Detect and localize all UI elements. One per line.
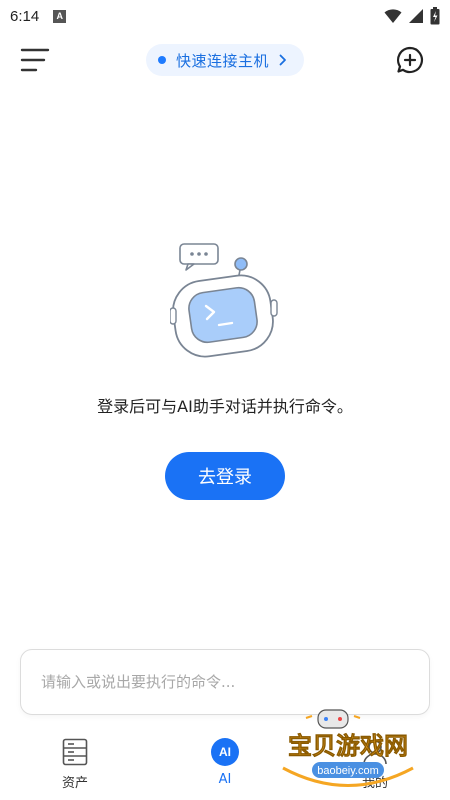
quick-connect-label: 快速连接主机: [176, 51, 270, 70]
connection-status-dot: [158, 56, 166, 64]
nav-label-assets: 资产: [61, 776, 88, 791]
menu-icon[interactable]: [20, 46, 50, 74]
nav-item-mine[interactable]: 我的: [335, 738, 415, 791]
nav-item-assets[interactable]: 资产: [35, 738, 115, 791]
battery-icon: [430, 7, 440, 25]
signal-icon: [409, 9, 423, 23]
quick-connect-button[interactable]: 快速连接主机: [146, 44, 304, 76]
chevron-right-icon: [279, 54, 286, 66]
nav-item-ai[interactable]: AI AI: [185, 738, 265, 787]
command-input[interactable]: [21, 650, 429, 714]
status-time: 6:14: [10, 7, 40, 25]
ai-icon: AI: [211, 738, 239, 766]
header: 快速连接主机: [0, 36, 450, 84]
app-notification-icon: A: [53, 9, 67, 23]
wifi-icon: [384, 9, 402, 23]
login-hint-text: 登录后可与AI助手对话并执行命令。: [97, 397, 353, 416]
add-chat-icon[interactable]: [396, 46, 424, 74]
status-icons: [384, 7, 440, 25]
server-icon: [62, 738, 88, 766]
nav-label-ai: AI: [218, 772, 232, 787]
status-bar: 6:14 A: [0, 0, 450, 32]
nav-label-mine: 我的: [361, 776, 388, 791]
robot-icon: [170, 243, 278, 358]
profile-icon: [363, 740, 387, 765]
login-button[interactable]: 去登录: [165, 452, 285, 500]
bottom-nav: 资产 AI AI 我的: [0, 730, 450, 800]
command-input-container: [20, 649, 430, 715]
